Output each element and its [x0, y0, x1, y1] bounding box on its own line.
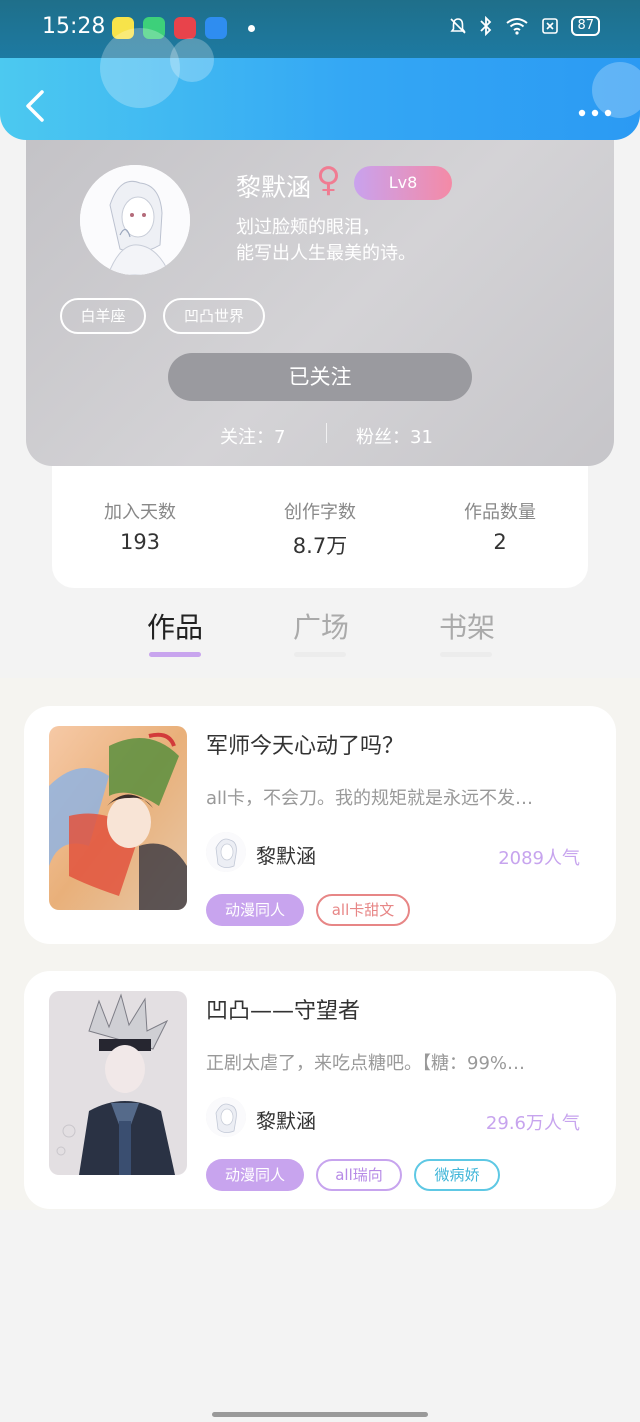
profile-card: 黎默涵 ♀ Lv8 划过脸颊的眼泪， 能写出人生最美的诗。 白羊座 凹凸世界 已… [26, 120, 614, 466]
work-card[interactable]: 凹凸——守望者 正剧太虐了，来吃点糖吧。【糖：99%… 黎默涵 29.6万人气 … [24, 971, 616, 1209]
back-button[interactable] [22, 88, 50, 124]
top-navigation-bar [0, 28, 640, 140]
user-avatar[interactable] [80, 165, 190, 275]
chevron-left-icon [26, 90, 44, 122]
author-avatar-illustration [206, 832, 246, 872]
home-indicator[interactable] [212, 1412, 428, 1417]
stat-label: 创作字数 [284, 502, 356, 523]
work-tag[interactable]: 动漫同人 [206, 894, 304, 926]
notification-app-icon [174, 17, 196, 39]
decorative-bubble [100, 28, 180, 108]
battery-icon: 87 [571, 16, 600, 36]
stat-word-count: 创作字数 8.7万 [250, 498, 390, 560]
bio-line: 能写出人生最美的诗。 [236, 243, 416, 264]
author-avatar-illustration [206, 1097, 246, 1137]
author-name: 黎默涵 [256, 1109, 316, 1133]
stat-label: 加入天数 [104, 502, 176, 523]
bluetooth-icon [480, 16, 492, 36]
status-icons: 87 [449, 16, 600, 36]
work-title[interactable]: 军师今天心动了吗？ [206, 728, 404, 760]
following-count[interactable]: 关注：7 [220, 423, 285, 449]
bio-line: 划过脸颊的眼泪， [236, 217, 380, 238]
stat-value: 193 [119, 530, 161, 554]
more-options-button[interactable] [578, 98, 612, 123]
author-avatar [206, 832, 246, 872]
tab-indicator [440, 652, 492, 657]
level-badge: Lv8 [354, 166, 452, 200]
avatar-illustration [80, 165, 190, 275]
status-time: 15:28 [42, 14, 106, 39]
follow-button[interactable]: 已关注 [168, 353, 472, 401]
work-title[interactable]: 凹凸——守望者 [206, 993, 360, 1025]
profile-bio: 划过脸颊的眼泪， 能写出人生最美的诗。 [236, 215, 416, 267]
profile-tag[interactable]: 凹凸世界 [163, 298, 265, 334]
wifi-icon [506, 18, 529, 35]
female-gender-icon: ♀ [316, 160, 341, 200]
fans-count[interactable]: 粉丝：31 [356, 423, 433, 449]
notification-app-icon [205, 17, 227, 39]
popularity-count: 2089人气 [498, 848, 580, 869]
more-dots-icon [578, 109, 612, 117]
tab-bookshelf[interactable]: 书架 [427, 606, 507, 646]
tab-works[interactable]: 作品 [135, 606, 215, 646]
work-description: all卡，不会刀。我的规矩就是永远不发… [206, 788, 534, 809]
profile-tag[interactable]: 白羊座 [60, 298, 146, 334]
tab-square[interactable]: 广场 [281, 606, 361, 646]
work-card[interactable]: 军师今天心动了吗？ all卡，不会刀。我的规矩就是永远不发… 黎默涵 2089人… [24, 706, 616, 944]
work-tag[interactable]: 微病娇 [414, 1159, 500, 1191]
work-cover-image[interactable] [49, 991, 187, 1175]
cover-illustration [49, 991, 187, 1175]
stat-works-count: 作品数量 2 [430, 498, 570, 554]
stat-value: 2 [493, 530, 507, 554]
stat-label: 作品数量 [464, 502, 536, 523]
decorative-bubble [170, 38, 214, 82]
work-tag[interactable]: 动漫同人 [206, 1159, 304, 1191]
work-cover-image[interactable] [49, 726, 187, 910]
work-description: 正剧太虐了，来吃点糖吧。【糖：99%… [206, 1053, 526, 1074]
author-avatar [206, 1097, 246, 1137]
more-notifications-dot [248, 25, 255, 32]
divider [326, 423, 327, 443]
sim-icon [542, 18, 559, 34]
mute-icon [450, 18, 467, 34]
active-tab-indicator [149, 652, 201, 657]
author-name: 黎默涵 [256, 844, 316, 868]
stat-value: 8.7万 [292, 534, 348, 558]
popularity-count: 29.6万人气 [485, 1113, 580, 1134]
status-bar: 15:28 87 [0, 0, 640, 58]
work-tag[interactable]: all瑞向 [316, 1159, 402, 1191]
cover-illustration [49, 726, 187, 910]
profile-username: 黎默涵 [236, 173, 312, 202]
stat-join-days: 加入天数 193 [70, 498, 210, 554]
tab-indicator [294, 652, 346, 657]
work-tag[interactable]: all卡甜文 [316, 894, 410, 926]
